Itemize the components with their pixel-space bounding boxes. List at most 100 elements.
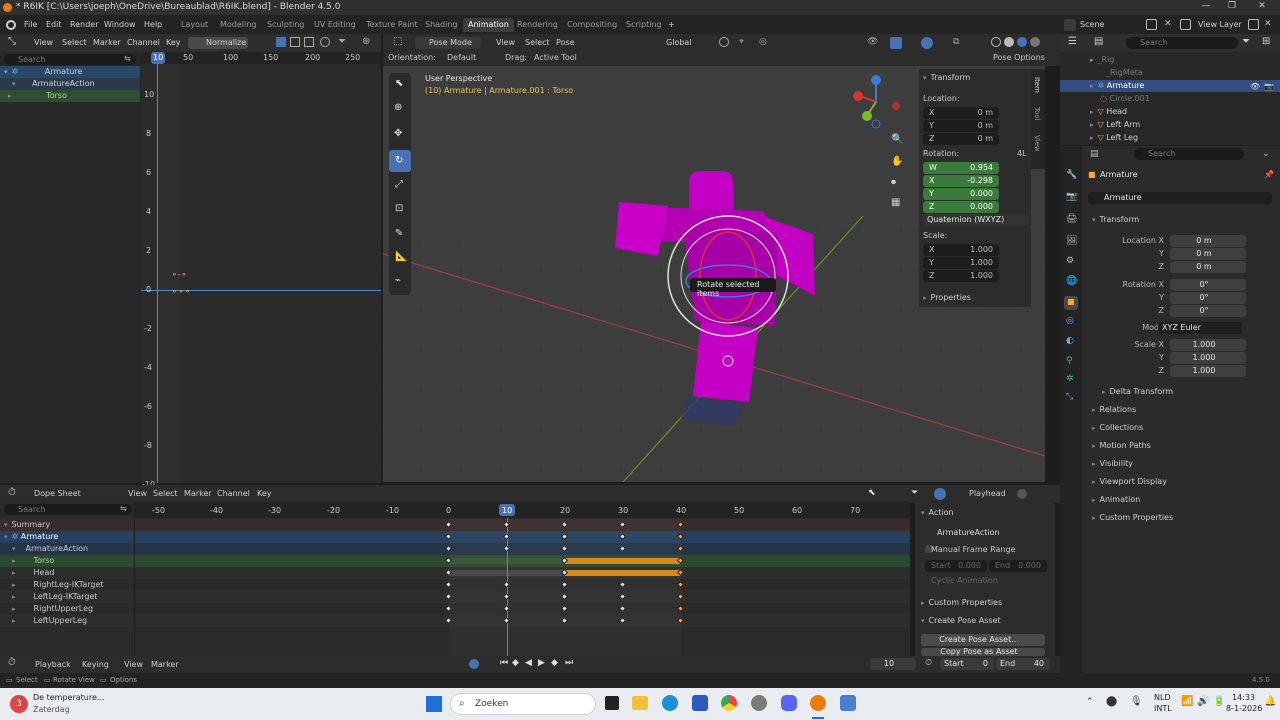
- outliner-item-rig[interactable]: ▸ _Rig: [1060, 54, 1280, 66]
- shading-material-icon[interactable]: [1017, 37, 1027, 47]
- prop-location-y[interactable]: 0 m: [1170, 248, 1246, 260]
- new-scene-icon[interactable]: [1146, 19, 1157, 30]
- graph-menu-select[interactable]: Select: [62, 38, 87, 47]
- cursor-tool-icon[interactable]: ⊕: [394, 102, 402, 113]
- annotate-tool-icon[interactable]: ✎: [395, 228, 403, 239]
- modifier-tab-icon[interactable]: ◎: [1066, 316, 1074, 326]
- pivot-icon[interactable]: [320, 37, 330, 47]
- delete-view-layer-icon[interactable]: ✕: [1264, 19, 1275, 30]
- world-tab-icon[interactable]: 🌐: [1066, 276, 1077, 286]
- visibility-section[interactable]: ▸ Visibility: [1092, 459, 1133, 468]
- timeline-start-field[interactable]: Start 0: [940, 658, 994, 670]
- timeline-menu-keying[interactable]: Keying: [82, 660, 109, 669]
- xray-icon[interactable]: ⧉: [953, 37, 959, 47]
- auto-keying-icon[interactable]: [469, 659, 479, 669]
- transform-section-header[interactable]: ▾ Transform: [1092, 215, 1139, 224]
- maximize-button[interactable]: ❐: [1222, 1, 1242, 15]
- outliner-item-circle[interactable]: ◌ Circle.001: [1060, 93, 1280, 105]
- timeline-menu-playback[interactable]: Playback: [35, 660, 71, 669]
- tray-chevron-icon[interactable]: ⌃: [1086, 697, 1094, 707]
- blender-menu-icon[interactable]: [6, 20, 16, 30]
- prop-rotation-y[interactable]: 0°: [1170, 292, 1246, 304]
- tray-app-icon[interactable]: ⬤: [1106, 696, 1117, 707]
- dopesheet-mode-dropdown[interactable]: Dope Sheet: [34, 489, 81, 498]
- motion-paths-section[interactable]: ▸ Motion Paths: [1092, 441, 1151, 450]
- outliner-item-armature[interactable]: ▸ ✲ Armature: [1060, 80, 1280, 92]
- edge-icon[interactable]: [662, 695, 678, 711]
- object-name-field[interactable]: Armature: [1088, 192, 1272, 204]
- dopesheet-filter-icon[interactable]: ⏷: [911, 488, 918, 498]
- shading-rendered-icon[interactable]: [1030, 37, 1040, 47]
- display-mode-icon[interactable]: ▤: [1094, 36, 1103, 47]
- dopesheet-swap-icon[interactable]: ⇆: [120, 504, 127, 513]
- constraints-tab-icon[interactable]: ⚲: [1066, 356, 1073, 366]
- prop-location-x[interactable]: 0 m: [1170, 235, 1246, 247]
- filter-icon[interactable]: ⏷: [338, 36, 346, 47]
- outliner-item-head[interactable]: ▸ ▽ Head: [1060, 106, 1280, 118]
- prop-location-z[interactable]: 0 m: [1170, 261, 1246, 273]
- dopesheet-menu-view[interactable]: View: [128, 489, 147, 498]
- location-y-field[interactable]: Y0 m: [923, 120, 999, 132]
- action-name[interactable]: ArmatureAction: [937, 528, 1000, 537]
- pan-hand-icon[interactable]: ✋: [891, 156, 903, 167]
- delete-scene-icon[interactable]: ✕: [1164, 19, 1175, 30]
- custom-properties-section[interactable]: ▸ Custom Properties: [1092, 513, 1173, 522]
- graph-search-field[interactable]: Search: [4, 54, 136, 65]
- tab-animation[interactable]: Animation: [463, 18, 514, 32]
- visibility-icon[interactable]: 👁: [867, 37, 878, 47]
- prev-keyframe-icon[interactable]: ◆: [512, 658, 519, 668]
- graph-channel-torso[interactable]: ▸ Torso: [0, 90, 140, 102]
- graph-menu-view[interactable]: View: [34, 38, 53, 47]
- graph-channel-armature[interactable]: ▾ ✲ Armature: [0, 66, 140, 78]
- tab-modeling[interactable]: Modeling: [220, 20, 256, 29]
- add-workspace-button[interactable]: +: [668, 20, 675, 29]
- viewport-menu-pose[interactable]: Pose: [556, 38, 575, 47]
- copy-pose-asset-button[interactable]: Copy Pose as Asset: [921, 648, 1045, 656]
- viewport-menu-select[interactable]: Select: [525, 38, 550, 47]
- data-tab-icon[interactable]: ✲: [1066, 374, 1074, 384]
- play-icon[interactable]: ▶: [538, 658, 545, 668]
- select-tool-icon[interactable]: ⬉: [395, 78, 403, 89]
- properties-editor-icon[interactable]: ▤: [1090, 149, 1099, 159]
- other-app-icon[interactable]: [840, 695, 856, 711]
- render-tab-icon[interactable]: 📷: [1066, 192, 1077, 202]
- timeline-end-field[interactable]: End 40: [996, 658, 1050, 670]
- properties-options-icon[interactable]: ⌄: [1262, 149, 1270, 159]
- orientation-dropdown[interactable]: Default: [447, 53, 476, 62]
- clock-time[interactable]: 14:33: [1232, 693, 1255, 702]
- playhead-dropdown[interactable]: Playhead: [969, 489, 1006, 498]
- sidebar-tab-tool[interactable]: Tool: [1033, 107, 1041, 121]
- 3d-viewport[interactable]: User Perspective (10) Armature | Armatur…: [383, 66, 1045, 482]
- output-tab-icon[interactable]: 🖨: [1066, 214, 1077, 224]
- camera-view-icon[interactable]: ⏺: [891, 177, 896, 188]
- wifi-icon[interactable]: 📶: [1181, 696, 1193, 707]
- tab-shading[interactable]: Shading: [425, 20, 458, 29]
- render-camera-icon[interactable]: 📷: [1264, 82, 1274, 91]
- scene-icon[interactable]: [1064, 19, 1076, 31]
- select-circle-icon[interactable]: [290, 37, 300, 47]
- rotation-mode-select[interactable]: XYZ Euler: [1158, 322, 1242, 334]
- n-panel-transform-header[interactable]: ▾ Transform: [923, 73, 970, 82]
- dopesheet-menu-marker[interactable]: Marker: [184, 489, 212, 498]
- transform-orientation-dropdown[interactable]: Global: [666, 38, 692, 47]
- file-explorer-icon[interactable]: [632, 696, 648, 710]
- tab-uv-editing[interactable]: UV Editing: [314, 20, 356, 29]
- snap-icon[interactable]: ⊕: [362, 36, 370, 47]
- delta-transform-header[interactable]: ▸ Delta Transform: [1102, 387, 1173, 396]
- menu-help[interactable]: Help: [144, 20, 162, 29]
- swap-icon[interactable]: ⇆: [124, 54, 131, 63]
- task-view-icon[interactable]: [605, 696, 619, 710]
- editor-type-icon[interactable]: ⤡: [8, 36, 16, 47]
- dopesheet-menu-key[interactable]: Key: [257, 489, 272, 498]
- scale-tool-icon[interactable]: ⤢: [395, 179, 403, 190]
- gizmo-toggle-icon[interactable]: [890, 37, 902, 49]
- navigation-gizmo[interactable]: [850, 74, 904, 130]
- outliner-filter-icon[interactable]: ⏷: [1242, 36, 1250, 47]
- timeline-menu-view[interactable]: View: [124, 660, 143, 669]
- volume-icon[interactable]: 🔊: [1197, 696, 1209, 707]
- graph-keyframe-handle[interactable]: ⚬⚬⚬: [171, 287, 191, 296]
- blender-taskbar-icon[interactable]: [810, 695, 826, 711]
- jump-end-icon[interactable]: ⏭: [565, 658, 573, 668]
- rotation-z-field[interactable]: Z 0.000: [923, 201, 999, 213]
- grid-view-icon[interactable]: ▦: [891, 197, 900, 208]
